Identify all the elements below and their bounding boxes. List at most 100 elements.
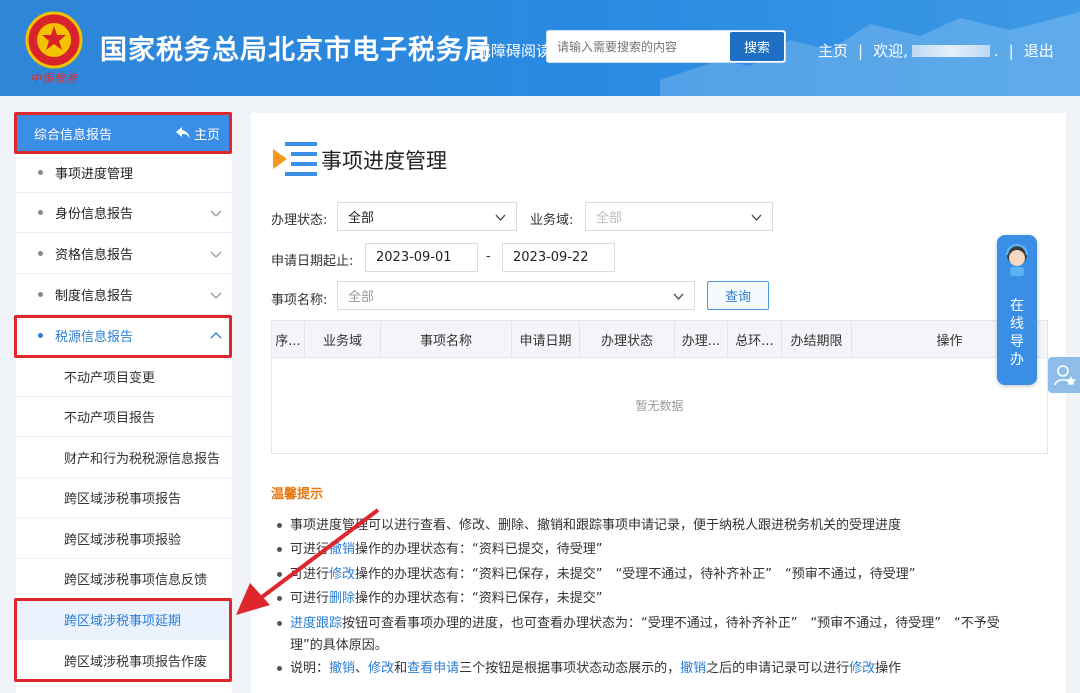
search-button[interactable]: 搜索	[730, 32, 784, 61]
sidebar-sub-item[interactable]: 不动产项目报告	[16, 397, 232, 437]
user-star-icon	[1054, 365, 1076, 386]
bullet-dot	[38, 292, 43, 297]
sidebar-sub-label: 不动产项目变更	[64, 371, 156, 386]
emblem-caption: 中国税务	[30, 72, 78, 85]
national-emblem-icon	[25, 11, 83, 69]
item-name-select-value: 全部	[348, 290, 375, 305]
table-header: 序... 业务域 事项名称 申请日期 办理状态 办理... 总环... 办结期限…	[272, 321, 1047, 358]
tip-line: 可进行删除操作的办理状态有：“资料已保存，未提交”	[277, 588, 1037, 610]
empty-state-text: 暂无数据	[635, 399, 684, 413]
tip-link-modify: 修改	[849, 661, 876, 676]
bullet-dot	[38, 210, 43, 215]
sidebar-sub-item[interactable]: 不动产项目变更	[16, 357, 232, 397]
tip-text: 、	[355, 661, 369, 676]
results-table: 序... 业务域 事项名称 申请日期 办理状态 办理... 总环... 办结期限…	[271, 320, 1048, 454]
tip-text: 理”的具体原因。	[290, 638, 388, 653]
user-profile-tab[interactable]	[1048, 357, 1080, 393]
accessibility-read-link[interactable]: 无障碍阅读	[476, 40, 551, 61]
welcome-text: 欢迎,	[873, 42, 908, 60]
sidebar-sub-label: 跨区域涉税事项报验	[64, 533, 182, 548]
sidebar-item-system[interactable]: 制度信息报告	[16, 275, 232, 315]
tip-text: 操作的办理状态有：“资料已保存，未提交”	[355, 591, 603, 606]
status-select-value: 全部	[348, 211, 375, 226]
tip-text: 按钮可查看事项办理的进度，也可查看办理状态为：“受理不通过，待补齐补正” “预审…	[342, 616, 1000, 631]
sidebar-item-label: 身份信息报告	[55, 207, 134, 222]
date-from-input[interactable]: 2023-09-01	[365, 243, 478, 272]
sidebar-sub-item[interactable]: 财产和行为税税源信息报告	[16, 438, 232, 478]
tip-text: 之后的申请记录可以进行	[706, 661, 850, 676]
welcome-suffix: .	[993, 41, 999, 60]
column-header[interactable]: 业务域	[305, 321, 381, 358]
nav-separator: |	[858, 41, 864, 60]
chevron-down-icon	[210, 210, 222, 217]
column-header[interactable]: 总环...	[728, 321, 782, 358]
tip-link-revoke: 撤销	[680, 661, 707, 676]
customer-service-avatar-icon	[1005, 243, 1029, 276]
sidebar-item-label: 制度信息报告	[55, 289, 134, 304]
tip-link-revoke: 撤销	[329, 661, 356, 676]
tip-text: 和	[394, 661, 408, 676]
home-link[interactable]: 主页	[818, 40, 848, 61]
search-box: 搜索	[546, 30, 786, 63]
date-range-label: 申请日期起止:	[271, 254, 354, 269]
online-guide-button[interactable]: 在线导办	[997, 235, 1037, 385]
sidebar-sub-label: 不动产项目报告	[64, 411, 156, 426]
domain-label: 业务域:	[530, 213, 574, 228]
tip-link-view: 查看申请	[407, 661, 460, 676]
logout-link[interactable]: 退出	[1024, 40, 1054, 61]
tip-text: 操作	[875, 661, 902, 676]
top-nav: 主页 | 欢迎, . | 退出	[818, 40, 1054, 61]
bullet-dot	[277, 666, 282, 671]
sidebar-sub-label: 跨区域涉税事项报告	[64, 492, 182, 507]
online-guide-label: 在线导办	[997, 297, 1037, 369]
masked-username	[911, 44, 990, 57]
sidebar-sub-item[interactable]: 跨区域涉税事项报告	[16, 478, 232, 518]
status-select[interactable]: 全部	[337, 202, 517, 231]
status-label: 办理状态:	[271, 213, 328, 228]
column-header[interactable]: 办理...	[675, 321, 728, 358]
item-name-label: 事项名称:	[271, 293, 328, 308]
column-header[interactable]: 序...	[272, 321, 305, 358]
highlight-box-header	[14, 112, 232, 154]
highlight-box-tax-source	[14, 315, 232, 358]
chevron-down-icon	[495, 214, 506, 222]
tip-text: 操作的办理状态有：“资料已保存，未提交” “受理不通过，待补齐补正” “预审不通…	[355, 567, 916, 582]
tip-text: 操作的办理状态有：“资料已提交，待受理”	[355, 542, 603, 557]
sidebar-item-label: 资格信息报告	[55, 248, 134, 263]
tip-text: 三个按钮是根据事项状态动态展示的，	[459, 661, 681, 676]
chevron-down-icon	[751, 214, 762, 222]
sidebar-sub-label: 跨区域涉税事项信息反馈	[64, 573, 208, 588]
page-title: 事项进度管理	[321, 149, 447, 173]
item-name-select[interactable]: 全部	[337, 281, 695, 310]
tip-line: 可进行撤销操作的办理状态有：“资料已提交，待受理”	[277, 539, 1037, 561]
tip-line: 说明：撤销、修改和查看申请三个按钮是根据事项状态动态展示的，撤销之后的申请记录可…	[277, 658, 1037, 680]
tip-line: 可进行修改操作的办理状态有：“资料已保存，未提交” “受理不通过，待补齐补正” …	[277, 564, 1037, 586]
column-header[interactable]: 办结期限	[782, 321, 852, 358]
sidebar-item-progress[interactable]: 事项进度管理	[16, 153, 232, 193]
domain-select[interactable]: 全部	[585, 202, 773, 231]
list-progress-icon	[273, 142, 317, 176]
site-header: 中国税务 国家税务总局北京市电子税务局 无障碍阅读 搜索 主页 | 欢迎, . …	[0, 0, 1080, 96]
site-title: 国家税务总局北京市电子税务局	[100, 35, 492, 66]
sidebar-sub-item[interactable]: 跨区域涉税事项报验	[16, 519, 232, 559]
tip-line: 事项进度管理可以进行查看、修改、删除、撤销和跟踪事项申请记录，便于纳税人跟进税务…	[277, 515, 1037, 537]
chevron-down-icon	[673, 293, 684, 301]
column-header[interactable]: 事项名称	[381, 321, 512, 358]
search-input[interactable]	[547, 31, 731, 62]
sidebar-item-identity[interactable]: 身份信息报告	[16, 193, 232, 233]
tip-link-modify: 修改	[368, 661, 395, 676]
bullet-dot	[38, 170, 43, 175]
column-header[interactable]: 办理状态	[580, 321, 675, 358]
sidebar-item-qualification[interactable]: 资格信息报告	[16, 234, 232, 274]
sidebar-sub-item[interactable]: 跨区域涉税事项信息反馈	[16, 559, 232, 599]
date-separator: -	[486, 249, 491, 264]
chevron-down-icon	[210, 292, 222, 299]
sidebar-sub-label: 财产和行为税税源信息报告	[64, 452, 221, 467]
query-button[interactable]: 查询	[707, 281, 769, 310]
tip-line: 进度跟踪按钮可查看事项办理的进度，也可查看办理状态为：“受理不通过，待补齐补正”…	[277, 613, 1037, 657]
bullet-dot	[38, 251, 43, 256]
domain-select-value: 全部	[596, 211, 623, 226]
column-header[interactable]: 申请日期	[512, 321, 580, 358]
chevron-down-icon	[210, 251, 222, 258]
date-to-input[interactable]: 2023-09-22	[502, 243, 615, 272]
